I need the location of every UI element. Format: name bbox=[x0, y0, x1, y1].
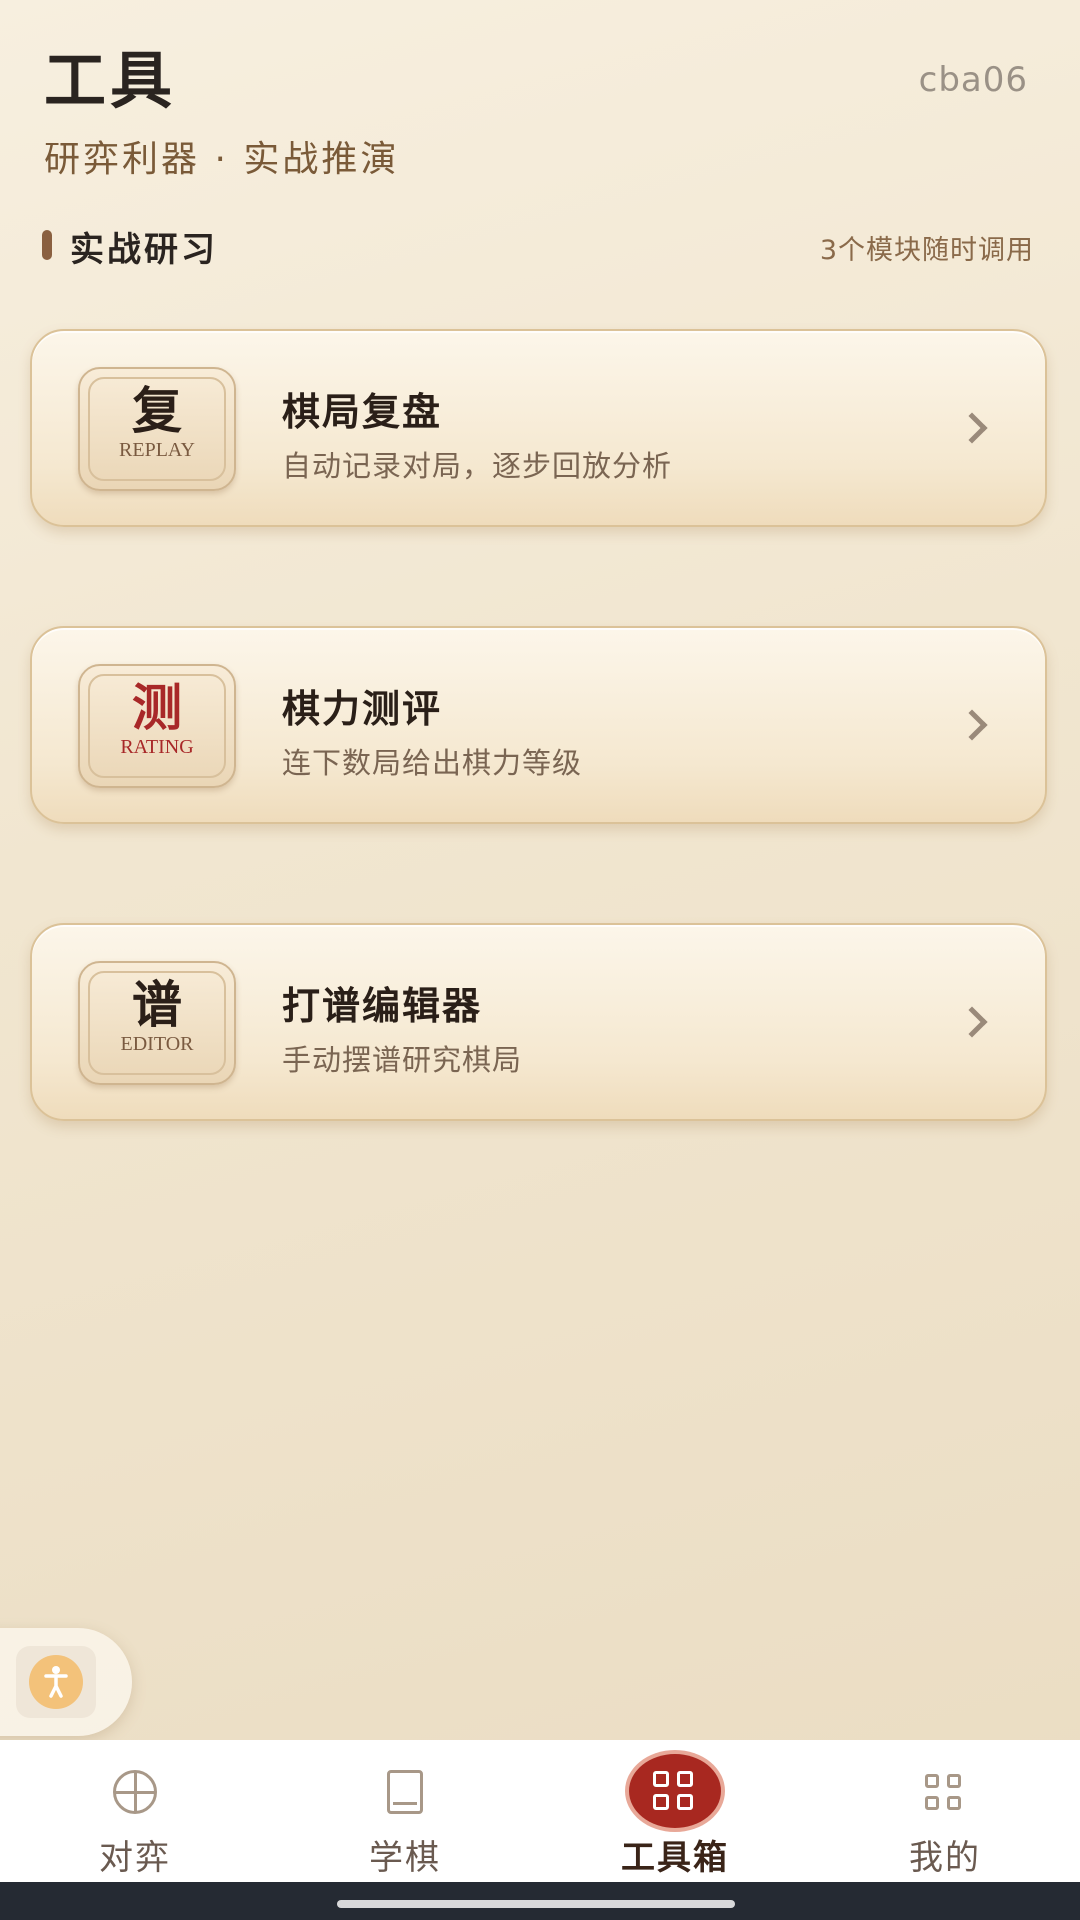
section-meta: 3个模块随时调用 bbox=[819, 235, 1034, 266]
icon-char: 谱 bbox=[132, 975, 182, 1034]
globe-icon bbox=[113, 1770, 157, 1814]
tab-toolbox[interactable]: 工具箱 bbox=[540, 1740, 810, 1882]
tab-play[interactable]: 对弈 bbox=[0, 1740, 270, 1882]
tab-label: 学棋 bbox=[369, 1838, 441, 1878]
tab-label: 对弈 bbox=[99, 1838, 171, 1878]
section-accent-bar bbox=[42, 230, 52, 260]
home-indicator[interactable] bbox=[337, 1900, 735, 1908]
bottom-tab-bar: 对弈 学棋 工具箱 我的 bbox=[0, 1740, 1080, 1882]
system-nav-bar bbox=[0, 1882, 1080, 1920]
icon-label: REPLAY bbox=[119, 439, 195, 461]
user-id[interactable]: cba06 bbox=[919, 60, 1028, 100]
tool-card-rating[interactable]: 测 RATING 棋力测评 连下数局给出棋力等级 bbox=[30, 626, 1047, 824]
editor-icon: 谱 EDITOR bbox=[78, 961, 236, 1085]
tab-mine[interactable]: 我的 bbox=[810, 1740, 1080, 1882]
tab-label: 我的 bbox=[909, 1838, 981, 1878]
section-title: 实战研习 bbox=[70, 230, 218, 270]
replay-icon: 复 REPLAY bbox=[78, 367, 236, 491]
icon-char: 测 bbox=[132, 678, 182, 737]
card-description: 自动记录对局，逐步回放分析 bbox=[282, 449, 673, 483]
tool-card-editor[interactable]: 谱 EDITOR 打谱编辑器 手动摆谱研究棋局 bbox=[30, 923, 1047, 1121]
accessibility-icon bbox=[29, 1655, 83, 1709]
icon-char: 复 bbox=[132, 381, 182, 440]
card-description: 连下数局给出棋力等级 bbox=[282, 746, 583, 780]
accessibility-float-button[interactable] bbox=[0, 1628, 132, 1736]
icon-label: RATING bbox=[120, 736, 194, 758]
page-title: 工具 bbox=[44, 44, 177, 117]
grid-icon bbox=[925, 1774, 965, 1814]
card-description: 手动摆谱研究棋局 bbox=[282, 1043, 523, 1077]
rating-icon: 测 RATING bbox=[78, 664, 236, 788]
chevron-right-icon bbox=[956, 412, 988, 444]
card-title: 棋局复盘 bbox=[282, 389, 443, 434]
page-subtitle: 研弈利器 · 实战推演 bbox=[44, 139, 400, 180]
section-header: 实战研习 3个模块随时调用 bbox=[40, 222, 1034, 270]
icon-label: EDITOR bbox=[120, 1033, 194, 1055]
card-title: 打谱编辑器 bbox=[282, 983, 483, 1028]
tab-label: 工具箱 bbox=[621, 1838, 729, 1878]
book-icon bbox=[387, 1770, 423, 1814]
tool-card-replay[interactable]: 复 REPLAY 棋局复盘 自动记录对局，逐步回放分析 bbox=[30, 329, 1047, 527]
grid-icon bbox=[629, 1754, 721, 1828]
tab-learn[interactable]: 学棋 bbox=[270, 1740, 540, 1882]
chevron-right-icon bbox=[956, 709, 988, 741]
card-title: 棋力测评 bbox=[282, 686, 443, 731]
chevron-right-icon bbox=[956, 1006, 988, 1038]
